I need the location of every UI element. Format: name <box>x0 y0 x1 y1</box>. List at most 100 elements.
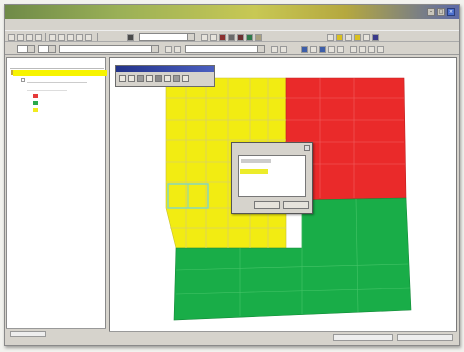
tool-icon[interactable] <box>280 46 287 53</box>
list-item[interactable] <box>241 159 271 163</box>
chevron-down-icon[interactable] <box>27 46 34 52</box>
chevron-down-icon[interactable] <box>151 46 158 52</box>
floating-toolbar[interactable] <box>115 65 215 87</box>
scale-field <box>397 334 453 341</box>
left-panel-status <box>6 328 106 339</box>
select-icon[interactable] <box>219 34 226 41</box>
dialog-title <box>235 146 295 152</box>
tool-icon[interactable] <box>337 46 344 53</box>
size-combo[interactable] <box>38 45 56 53</box>
close-icon[interactable]: × <box>447 8 455 16</box>
tool-icon[interactable] <box>368 46 375 53</box>
menu-item[interactable] <box>41 21 55 28</box>
toolbar-separator <box>97 33 98 41</box>
scale-combo[interactable] <box>139 33 195 41</box>
print-icon[interactable] <box>35 34 42 41</box>
main-toolbar <box>5 30 459 42</box>
menu-bar <box>5 20 459 29</box>
highlight-icon[interactable] <box>336 34 343 41</box>
bold-icon[interactable] <box>165 46 172 53</box>
toolbar-separator <box>45 33 46 41</box>
tool-icon[interactable] <box>328 46 335 53</box>
legend-label <box>40 94 60 99</box>
identify-icon[interactable] <box>237 34 244 41</box>
zoom-out-icon[interactable] <box>210 34 217 41</box>
status-field <box>10 331 46 337</box>
redo-icon[interactable] <box>85 34 92 41</box>
chevron-down-icon[interactable] <box>187 34 194 40</box>
chevron-down-icon[interactable] <box>257 46 264 52</box>
split-icon[interactable] <box>155 75 162 82</box>
layer-icon[interactable] <box>246 34 253 41</box>
tool-icon[interactable] <box>310 46 317 53</box>
menu-item[interactable] <box>57 21 71 28</box>
menu-item[interactable] <box>9 21 23 28</box>
paste-icon[interactable] <box>67 34 74 41</box>
tool-icon[interactable] <box>359 46 366 53</box>
help-icon[interactable] <box>372 34 379 41</box>
pointer-icon[interactable] <box>127 34 134 41</box>
window-title <box>11 8 151 15</box>
tool-icon[interactable] <box>363 34 370 41</box>
tool-icon[interactable] <box>377 46 384 53</box>
chevron-down-icon[interactable] <box>48 46 55 52</box>
undo-icon[interactable] <box>76 34 83 41</box>
draw-point-icon[interactable] <box>119 75 126 82</box>
new-icon[interactable] <box>8 34 15 41</box>
tool-icon[interactable] <box>327 34 334 41</box>
pan-icon[interactable] <box>228 34 235 41</box>
toolbar-text <box>267 34 323 41</box>
layer-tree-panel <box>6 57 107 339</box>
tool-icon[interactable] <box>345 34 352 41</box>
merge-icon[interactable] <box>164 75 171 82</box>
measure-icon[interactable] <box>255 34 262 41</box>
selection-dialog <box>231 142 313 214</box>
field-combo[interactable] <box>185 45 265 53</box>
minimize-icon[interactable]: – <box>427 8 435 16</box>
copy-icon[interactable] <box>58 34 65 41</box>
secondary-toolbar <box>5 43 459 55</box>
cancel-button[interactable] <box>283 201 309 209</box>
zoom-in-icon[interactable] <box>201 34 208 41</box>
legend-label <box>40 101 60 106</box>
panel-header <box>10 61 104 69</box>
tree-root-item[interactable] <box>13 70 107 76</box>
application-window: – □ × <box>4 4 460 346</box>
toolbar-label <box>8 46 16 53</box>
dialog-list[interactable] <box>238 155 306 197</box>
tree-item[interactable] <box>27 78 87 83</box>
tool-icon[interactable] <box>350 46 357 53</box>
menu-item[interactable] <box>105 21 119 28</box>
open-icon[interactable] <box>17 34 24 41</box>
fill-icon[interactable] <box>301 46 308 53</box>
title-bar[interactable]: – □ × <box>5 5 459 19</box>
tool-icon[interactable] <box>271 46 278 53</box>
maximize-icon[interactable]: □ <box>437 8 445 16</box>
map-status-bar <box>109 331 457 343</box>
save-icon[interactable] <box>26 34 33 41</box>
list-item-selected[interactable] <box>240 169 268 174</box>
legend-swatch-red <box>33 94 38 98</box>
legend-swatch-green <box>33 101 38 105</box>
legend-swatch-yellow <box>33 108 38 112</box>
coordinate-field <box>333 334 393 341</box>
attributes-icon[interactable] <box>182 75 189 82</box>
edit-vertex-icon[interactable] <box>146 75 153 82</box>
line-icon[interactable] <box>319 46 326 53</box>
menu-item[interactable] <box>73 21 87 28</box>
expand-icon[interactable] <box>21 78 25 82</box>
delete-icon[interactable] <box>173 75 180 82</box>
ok-button[interactable] <box>254 201 280 209</box>
tree-item[interactable] <box>27 86 67 91</box>
layer-combo[interactable] <box>59 45 159 53</box>
label-icon[interactable] <box>354 34 361 41</box>
menu-item[interactable] <box>89 21 103 28</box>
cut-icon[interactable] <box>49 34 56 41</box>
draw-line-icon[interactable] <box>128 75 135 82</box>
menu-item[interactable] <box>25 21 39 28</box>
floating-toolbar-titlebar[interactable] <box>116 66 214 72</box>
close-icon[interactable] <box>304 145 310 151</box>
style-combo[interactable] <box>17 45 35 53</box>
italic-icon[interactable] <box>174 46 181 53</box>
draw-polygon-icon[interactable] <box>137 75 144 82</box>
